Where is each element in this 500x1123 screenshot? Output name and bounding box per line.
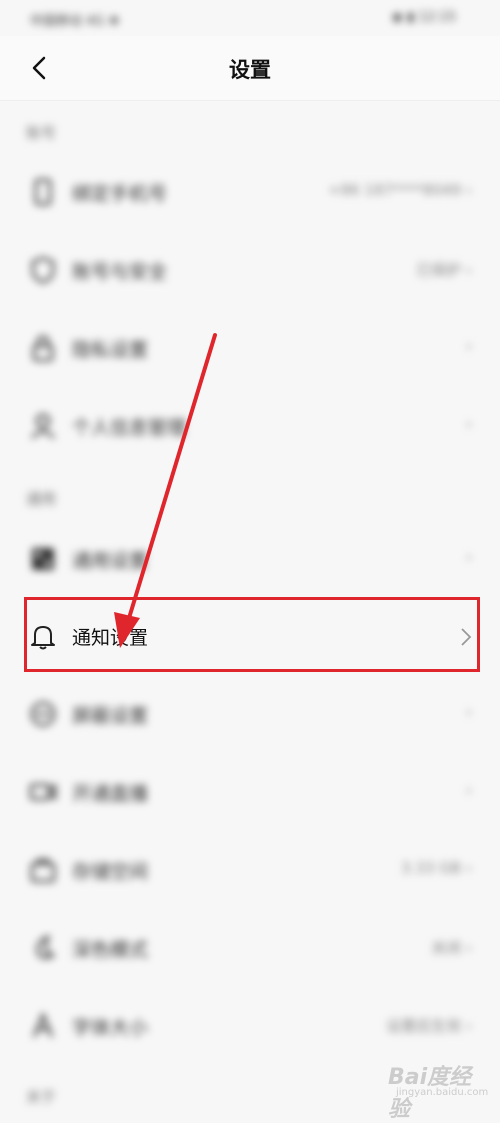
moon-icon: [36, 935, 55, 959]
battery-time-text: ◉ ▮ 12:15: [391, 10, 456, 25]
row-bind-phone[interactable]: 绑定手机号 +86 187****8049 ›: [0, 160, 500, 224]
row-value: ›: [466, 781, 472, 799]
video-icon: [29, 783, 57, 801]
section-label-account: 账号: [26, 124, 57, 142]
row-value: 关闭 ›: [431, 939, 472, 957]
phone-icon: [34, 178, 52, 206]
row-block-settings[interactable]: 屏蔽设置 ›: [0, 682, 500, 746]
row-value: 设置后生效 ›: [386, 1017, 472, 1035]
grid-icon: [32, 548, 54, 570]
watermark-url: jingyan.baidu.com: [396, 1087, 489, 1098]
nav-bar: 设置: [0, 36, 500, 101]
row-dark-mode[interactable]: 深色模式 关闭 ›: [0, 916, 500, 980]
row-label: 通用设置: [72, 550, 149, 572]
lock-icon: [32, 335, 54, 362]
row-value: 3.33 GB ›: [401, 859, 472, 877]
row-label: 绑定手机号: [72, 183, 168, 205]
row-storage[interactable]: 存储空间 3.33 GB ›: [0, 838, 500, 902]
row-label: 存储空间: [72, 861, 149, 883]
row-font-size[interactable]: 字体大小 设置后生效 ›: [0, 994, 500, 1058]
row-label: 个人信息管理: [72, 417, 187, 439]
row-label: 深色模式: [72, 939, 149, 961]
section-label-about: 关于: [26, 1088, 57, 1106]
row-value: +86 187****8049 ›: [328, 181, 472, 199]
row-live-streaming[interactable]: 开通直播 ›: [0, 760, 500, 824]
carrier-text: 中国移动 4G ❋: [30, 14, 120, 29]
watermark: Bai度经验 jingyan.baidu.com: [388, 1057, 489, 1122]
storage-icon: [30, 858, 56, 883]
row-value: ›: [466, 337, 472, 355]
page-title: 设置: [229, 58, 271, 82]
row-personal-info[interactable]: 个人信息管理 ›: [0, 394, 500, 458]
row-privacy[interactable]: 隐私设置 ›: [0, 316, 500, 380]
row-label: 账号与安全: [72, 261, 168, 283]
font-size-icon: [32, 1011, 54, 1038]
row-value: ›: [466, 548, 472, 566]
row-label: 隐私设置: [72, 339, 149, 361]
block-icon: [30, 701, 56, 727]
row-general-settings[interactable]: 通用设置 ›: [0, 527, 500, 591]
row-account-security[interactable]: 账号与安全 已保护 ›: [0, 238, 500, 302]
row-label: 字体大小: [72, 1017, 149, 1039]
person-icon: [31, 413, 55, 439]
row-value: 已保护 ›: [416, 261, 472, 279]
highlight-box: [24, 597, 480, 672]
row-label: 开通直播: [72, 783, 149, 805]
row-value: ›: [466, 703, 472, 721]
row-label: 屏蔽设置: [72, 705, 149, 727]
section-label-general: 通用: [26, 490, 57, 508]
status-bar: 中国移动 4G ❋ ◉ ▮ 12:15: [0, 0, 500, 36]
shield-icon: [31, 256, 55, 284]
row-value: ›: [466, 415, 472, 433]
